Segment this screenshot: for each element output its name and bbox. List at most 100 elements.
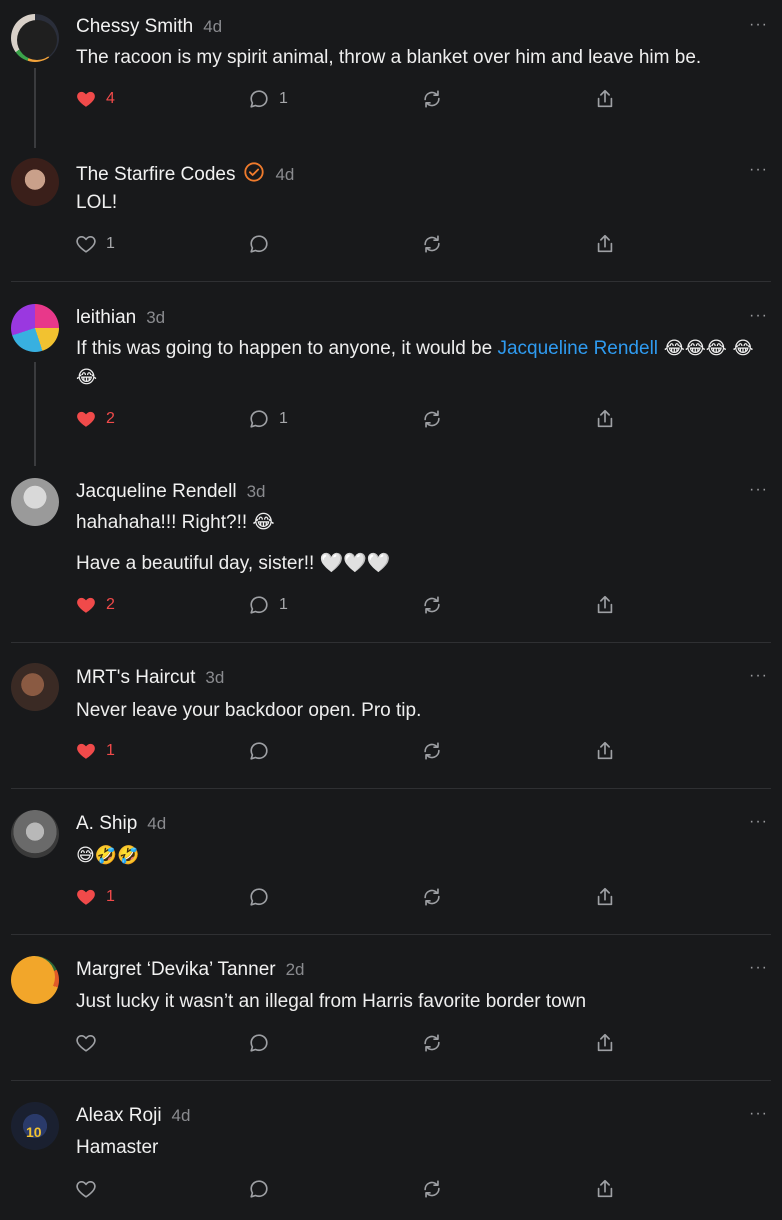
share-button[interactable] bbox=[594, 592, 616, 618]
more-options-icon[interactable]: ··· bbox=[749, 813, 768, 831]
author-label[interactable]: A. Ship bbox=[76, 813, 137, 834]
restack-button[interactable] bbox=[421, 738, 443, 764]
more-options-icon[interactable]: ··· bbox=[749, 1105, 768, 1123]
share-button[interactable] bbox=[594, 884, 616, 910]
comment-bubble-icon bbox=[248, 233, 270, 255]
more-options-icon[interactable]: ··· bbox=[749, 481, 768, 499]
heart-icon bbox=[75, 1178, 97, 1200]
avatar[interactable] bbox=[11, 663, 59, 711]
author-name[interactable]: Jacqueline Rendell 3d bbox=[76, 481, 265, 503]
divider bbox=[11, 642, 771, 643]
more-options-icon[interactable]: ··· bbox=[749, 667, 768, 685]
author-label[interactable]: Margret ‘Devika’ Tanner bbox=[76, 959, 276, 980]
comment-bubble-icon bbox=[248, 408, 270, 430]
like-count: 2 bbox=[106, 596, 115, 613]
share-button[interactable] bbox=[594, 231, 616, 257]
avatar[interactable] bbox=[11, 14, 59, 62]
reply-button[interactable] bbox=[248, 884, 270, 910]
reply-button[interactable] bbox=[248, 1030, 270, 1056]
author-name[interactable]: leithian 3d bbox=[76, 307, 165, 329]
like-button[interactable]: 4 bbox=[75, 86, 115, 112]
reply-button[interactable]: 1 bbox=[248, 86, 288, 112]
avatar[interactable] bbox=[11, 158, 59, 206]
restack-button[interactable] bbox=[421, 86, 443, 112]
avatar[interactable] bbox=[11, 810, 59, 858]
comment-text: LOL! bbox=[76, 192, 118, 213]
reply-button[interactable] bbox=[248, 231, 270, 257]
heart-icon bbox=[75, 740, 97, 762]
like-count: 2 bbox=[106, 410, 115, 427]
author-name[interactable]: MRT's Haircut 3d bbox=[76, 667, 224, 689]
like-button[interactable] bbox=[75, 1176, 97, 1202]
action-bar: 1 bbox=[0, 738, 782, 764]
author-name[interactable]: Margret ‘Devika’ Tanner 2d bbox=[76, 959, 305, 981]
like-button[interactable]: 2 bbox=[75, 406, 115, 432]
share-button[interactable] bbox=[594, 86, 616, 112]
author-label[interactable]: Aleax Roji bbox=[76, 1105, 162, 1126]
timestamp[interactable]: 3d bbox=[146, 308, 165, 327]
share-button[interactable] bbox=[594, 1030, 616, 1056]
restack-button[interactable] bbox=[421, 1030, 443, 1056]
share-button[interactable] bbox=[594, 738, 616, 764]
jersey-number-glyph: 10 bbox=[26, 1124, 42, 1140]
heart-icon bbox=[75, 1032, 97, 1054]
restack-button[interactable] bbox=[421, 1176, 443, 1202]
text-segment: If this was going to happen to anyone, i… bbox=[76, 338, 498, 359]
avatar[interactable] bbox=[11, 478, 59, 526]
timestamp[interactable]: 4d bbox=[172, 1106, 191, 1125]
timestamp[interactable]: 4d bbox=[275, 165, 294, 184]
avatar[interactable]: 10 bbox=[11, 1102, 59, 1150]
like-button[interactable] bbox=[75, 1030, 97, 1056]
restack-button[interactable] bbox=[421, 231, 443, 257]
author-name[interactable]: A. Ship 4d bbox=[76, 813, 166, 835]
like-button[interactable]: 2 bbox=[75, 592, 115, 618]
share-icon bbox=[594, 1032, 616, 1054]
author-name[interactable]: Aleax Roji 4d bbox=[76, 1105, 190, 1127]
like-button[interactable]: 1 bbox=[75, 884, 115, 910]
author-name[interactable]: The Starfire Codes 4d bbox=[76, 161, 294, 186]
restack-icon bbox=[421, 594, 443, 616]
reply-button[interactable] bbox=[248, 738, 270, 764]
share-icon bbox=[594, 233, 616, 255]
like-button[interactable]: 1 bbox=[75, 231, 115, 257]
restack-button[interactable] bbox=[421, 406, 443, 432]
divider bbox=[11, 1080, 771, 1081]
comment-text: Never leave your backdoor open. Pro tip. bbox=[76, 700, 422, 721]
mention-link[interactable]: Jacqueline Rendell bbox=[497, 338, 658, 359]
restack-button[interactable] bbox=[421, 884, 443, 910]
action-bar bbox=[0, 1176, 782, 1202]
timestamp[interactable]: 3d bbox=[205, 668, 224, 687]
heart-icon bbox=[75, 233, 97, 255]
author-label[interactable]: The Starfire Codes bbox=[76, 164, 235, 185]
timestamp[interactable]: 4d bbox=[203, 17, 222, 36]
reply-button[interactable]: 1 bbox=[248, 406, 288, 432]
avatar[interactable] bbox=[11, 304, 59, 352]
share-icon bbox=[594, 886, 616, 908]
timestamp[interactable]: 2d bbox=[286, 960, 305, 979]
more-options-icon[interactable]: ··· bbox=[749, 307, 768, 325]
timestamp[interactable]: 4d bbox=[147, 814, 166, 833]
more-options-icon[interactable]: ··· bbox=[749, 959, 768, 977]
avatar[interactable] bbox=[11, 956, 59, 1004]
divider bbox=[11, 934, 771, 935]
comment-text: Just lucky it wasn’t an illegal from Har… bbox=[76, 991, 587, 1012]
restack-button[interactable] bbox=[421, 592, 443, 618]
reply-button[interactable]: 1 bbox=[248, 592, 288, 618]
timestamp[interactable]: 3d bbox=[247, 482, 266, 501]
share-button[interactable] bbox=[594, 1176, 616, 1202]
share-button[interactable] bbox=[594, 406, 616, 432]
author-name[interactable]: Chessy Smith 4d bbox=[76, 16, 222, 38]
comment-text-line-2: Have a beautiful day, sister!! 🤍🤍🤍 bbox=[76, 553, 391, 574]
author-label[interactable]: Jacqueline Rendell bbox=[76, 481, 237, 502]
more-options-icon[interactable]: ··· bbox=[749, 16, 768, 34]
author-label[interactable]: MRT's Haircut bbox=[76, 667, 195, 688]
heart-icon bbox=[75, 408, 97, 430]
more-options-icon[interactable]: ··· bbox=[749, 161, 768, 179]
author-label[interactable]: Chessy Smith bbox=[76, 16, 193, 37]
reply-button[interactable] bbox=[248, 1176, 270, 1202]
author-label[interactable]: leithian bbox=[76, 307, 136, 328]
share-icon bbox=[594, 594, 616, 616]
like-button[interactable]: 1 bbox=[75, 738, 115, 764]
comment-bubble-icon bbox=[248, 1178, 270, 1200]
comment-text: hahahaha!!! Right?!! 😂 bbox=[76, 512, 275, 533]
